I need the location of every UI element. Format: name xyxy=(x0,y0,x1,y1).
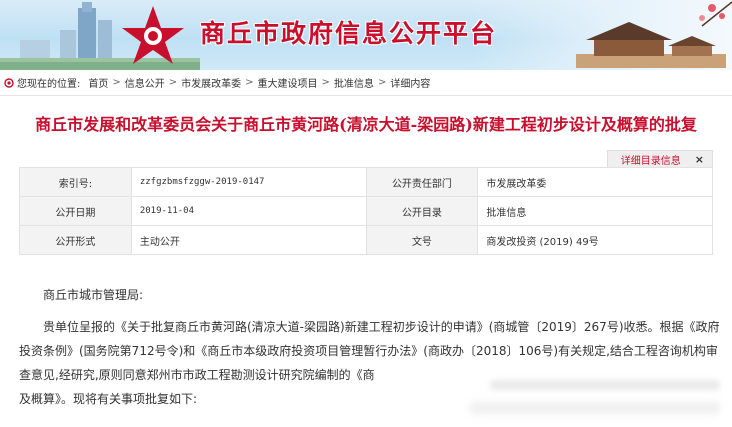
plum-blossom-decoration xyxy=(699,1,732,27)
breadcrumb-separator: > xyxy=(112,77,121,88)
publish-date-label: 公开日期 xyxy=(19,196,132,226)
detail-tab-label: 详细目录信息 xyxy=(620,155,681,167)
breadcrumb-separator: > xyxy=(245,77,254,88)
responsible-dept-label: 公开责任部门 xyxy=(365,167,479,197)
document-number-label: 文号 xyxy=(365,225,479,255)
disclosure-form-value: 主动公开 xyxy=(130,225,367,255)
table-row: 公开日期 2019-11-04 公开目录 批准信息 xyxy=(19,196,713,226)
blur-smudge xyxy=(490,380,720,390)
table-row: 公开形式 主动公开 文号 商发改投资 (2019) 49号 xyxy=(19,225,713,255)
breadcrumb-major-projects[interactable]: 重大建设项目 xyxy=(258,75,318,90)
breadcrumb-separator: > xyxy=(168,77,178,88)
breadcrumb-separator: > xyxy=(377,77,387,88)
city-emblem-logo xyxy=(122,6,184,64)
breadcrumb-ndrc[interactable]: 市发展改革委 xyxy=(181,75,241,90)
disclosure-category-value: 批准信息 xyxy=(477,196,713,226)
table-row: 索引号: zzfgzbmsfzggw-2019-0147 公开责任部门 市发展改… xyxy=(19,167,713,197)
breadcrumb-current: 详细内容 xyxy=(390,79,431,90)
disclosure-category-label: 公开目录 xyxy=(365,196,479,226)
article-title: 商丘市发展和改革委员会关于商丘市黄河路(清凉大道-梁园路)新建工程初步设计及概算… xyxy=(35,115,697,134)
breadcrumb-home[interactable]: 首页 xyxy=(88,75,108,90)
site-title: 商丘市政府信息公开平台 xyxy=(200,19,498,48)
site-banner: 商丘市政府信息公开平台 xyxy=(0,0,732,70)
detail-directory-tab[interactable]: 详细目录信息 × xyxy=(607,150,713,167)
addressee: 商丘市城市管理局: xyxy=(43,288,144,302)
disclosure-form-label: 公开形式 xyxy=(19,225,132,255)
blur-smudge xyxy=(470,402,720,414)
metadata-table: 索引号: zzfgzbmsfzggw-2019-0147 公开责任部门 市发展改… xyxy=(19,167,713,255)
publish-date-value: 2019-11-04 xyxy=(130,196,367,226)
breadcrumb: 您现在的位置: 首页 > 信息公开 > 市发展改革委 > 重大建设项目 > 批准… xyxy=(0,70,732,96)
breadcrumb-approval-info[interactable]: 批准信息 xyxy=(334,75,374,90)
index-number-label: 索引号: xyxy=(19,167,132,197)
breadcrumb-lead: 您现在的位置: xyxy=(17,79,81,90)
document-number-value: 商发改投资 (2019) 49号 xyxy=(477,225,713,255)
responsible-dept-value: 市发展改革委 xyxy=(477,167,713,197)
location-icon xyxy=(4,77,14,88)
breadcrumb-info-disclosure[interactable]: 信息公开 xyxy=(125,75,165,90)
close-icon[interactable]: × xyxy=(695,153,704,166)
blurred-overlay xyxy=(450,372,732,427)
index-number-value: zzfgzbmsfzggw-2019-0147 xyxy=(130,167,367,197)
breadcrumb-separator: > xyxy=(321,77,330,88)
